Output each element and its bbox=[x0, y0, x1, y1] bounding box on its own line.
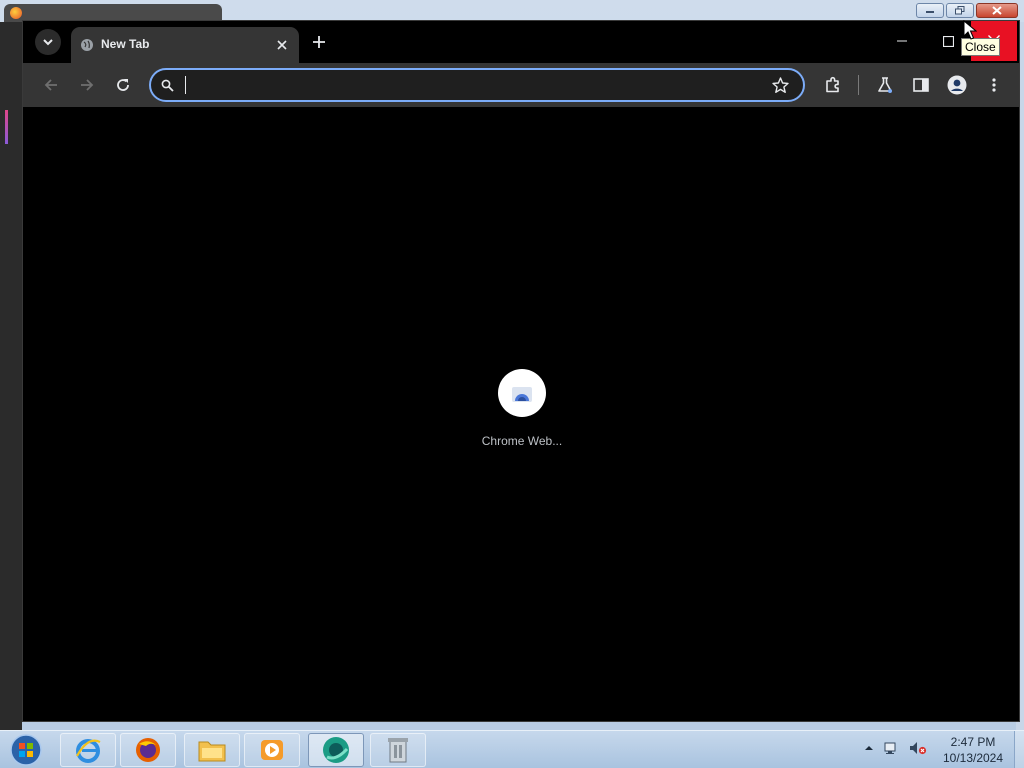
address-input[interactable] bbox=[181, 76, 761, 96]
taskbar-recycle-tool[interactable] bbox=[370, 733, 426, 767]
chrome-app-icon bbox=[323, 737, 349, 763]
loading-app-label: Chrome Web... bbox=[481, 434, 563, 448]
volume-muted-icon[interactable] bbox=[909, 741, 927, 755]
minimize-icon bbox=[926, 10, 934, 13]
mouse-cursor-icon bbox=[963, 20, 977, 40]
background-sidebar-indicator bbox=[5, 110, 8, 144]
page-content: Chrome Web... bbox=[23, 107, 1019, 721]
windows-start-icon bbox=[10, 734, 42, 766]
clock-time: 2:47 PM bbox=[950, 735, 996, 749]
taskbar-chrome-app[interactable] bbox=[308, 733, 364, 767]
restore-icon bbox=[955, 6, 965, 15]
background-minimize-button[interactable] bbox=[916, 3, 944, 18]
more-vert-icon bbox=[992, 78, 996, 92]
maximize-icon bbox=[942, 35, 954, 47]
taskbar-firefox[interactable] bbox=[120, 733, 176, 767]
start-button[interactable] bbox=[6, 732, 46, 768]
background-sidebar bbox=[0, 22, 22, 730]
tab-new-tab[interactable]: New Tab bbox=[71, 27, 299, 63]
close-icon bbox=[277, 40, 287, 50]
background-window-controls bbox=[916, 3, 1018, 18]
chrome-web-store-icon[interactable] bbox=[498, 369, 546, 417]
media-player-icon bbox=[261, 740, 283, 760]
tab-strip: New Tab bbox=[23, 21, 1019, 63]
taskbar-media-player[interactable] bbox=[244, 733, 300, 767]
minimize-button[interactable] bbox=[879, 21, 925, 61]
web-store-bag-icon bbox=[512, 387, 532, 402]
chevron-up-icon[interactable] bbox=[865, 744, 873, 752]
taskbar-internet-explorer[interactable] bbox=[60, 733, 116, 767]
reload-icon bbox=[117, 79, 129, 91]
tab-close-button[interactable] bbox=[275, 38, 289, 52]
network-icon[interactable] bbox=[883, 741, 899, 755]
puzzle-icon bbox=[826, 76, 839, 93]
search-icon bbox=[161, 79, 174, 92]
side-panel-button[interactable] bbox=[909, 73, 933, 97]
system-tray bbox=[865, 741, 927, 755]
taskbar-file-explorer[interactable] bbox=[184, 733, 240, 767]
chrome-window: New Tab Chrome Web... bbox=[22, 20, 1020, 722]
menu-button[interactable] bbox=[982, 73, 1006, 97]
globe-icon bbox=[81, 39, 93, 51]
firefox-icon bbox=[136, 738, 160, 762]
profile-button[interactable] bbox=[945, 73, 969, 97]
internet-explorer-icon bbox=[76, 739, 101, 763]
address-bar[interactable] bbox=[149, 68, 805, 102]
labs-button[interactable] bbox=[873, 73, 897, 97]
clock[interactable]: 2:47 PM 10/13/2024 bbox=[930, 734, 1016, 766]
tab-search-button[interactable] bbox=[35, 29, 61, 55]
taskbar: 2:47 PM 10/13/2024 bbox=[0, 730, 1024, 768]
forward-button[interactable] bbox=[75, 73, 99, 97]
new-tab-button[interactable] bbox=[309, 32, 329, 52]
text-caret bbox=[185, 76, 186, 94]
side-panel-icon bbox=[913, 78, 929, 92]
background-restore-button[interactable] bbox=[946, 3, 974, 18]
avatar-icon bbox=[947, 75, 967, 95]
close-tooltip: Close bbox=[961, 38, 1000, 56]
plus-icon bbox=[313, 36, 325, 48]
star-icon[interactable] bbox=[772, 77, 789, 94]
show-desktop-button[interactable] bbox=[1014, 731, 1024, 768]
close-icon bbox=[992, 6, 1002, 15]
minimize-icon bbox=[897, 40, 907, 42]
arrow-left-icon bbox=[44, 79, 57, 91]
tab-title: New Tab bbox=[101, 37, 150, 51]
background-titlebar bbox=[0, 0, 1024, 22]
toolbar-separator bbox=[858, 75, 859, 95]
extensions-button[interactable] bbox=[821, 73, 845, 97]
flask-icon bbox=[878, 77, 892, 93]
toolbar bbox=[23, 63, 1019, 107]
back-button[interactable] bbox=[39, 73, 63, 97]
recycle-tool-icon bbox=[388, 738, 408, 763]
background-close-button[interactable] bbox=[976, 3, 1018, 18]
reload-button[interactable] bbox=[111, 73, 135, 97]
firefox-icon bbox=[10, 7, 22, 19]
file-explorer-icon bbox=[198, 741, 226, 762]
chevron-down-icon bbox=[43, 39, 53, 46]
arrow-right-icon bbox=[81, 79, 94, 91]
clock-date: 10/13/2024 bbox=[942, 751, 1004, 765]
